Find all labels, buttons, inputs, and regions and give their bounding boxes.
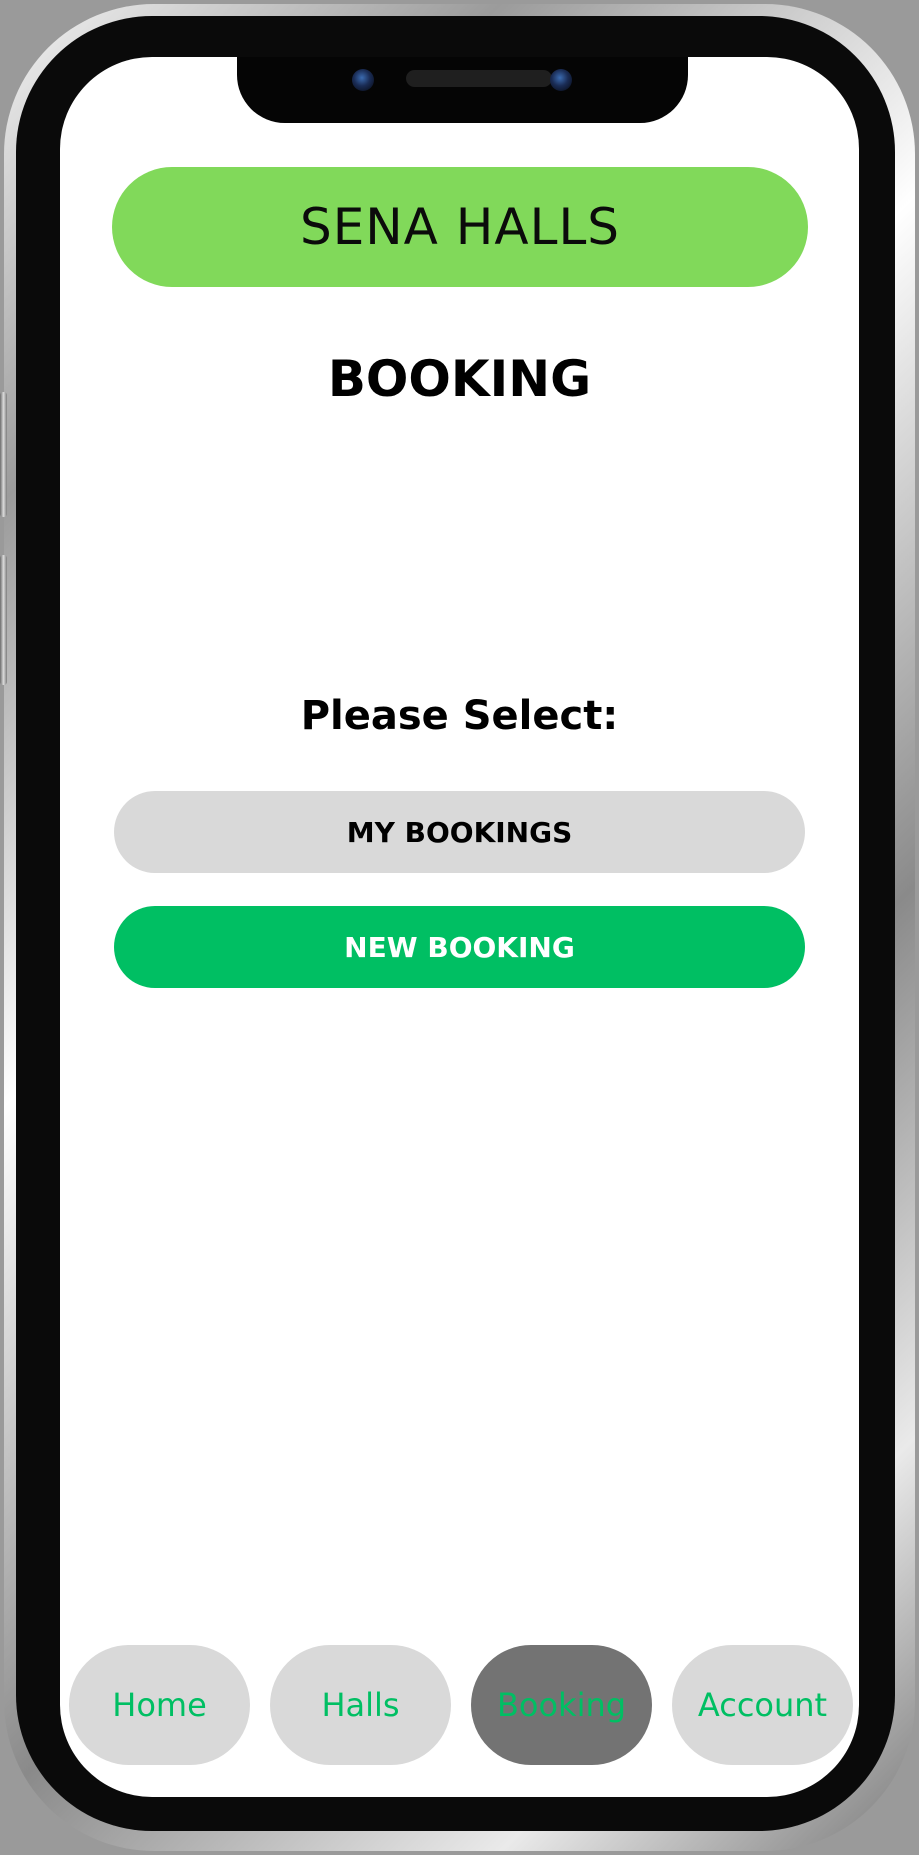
nav-account-label: Account xyxy=(697,1686,828,1724)
new-booking-label: NEW BOOKING xyxy=(344,930,575,964)
nav-booking-label: Booking xyxy=(496,1686,627,1724)
notch xyxy=(237,57,688,123)
speaker-grille xyxy=(406,70,552,87)
nav-account[interactable]: Account xyxy=(672,1645,853,1765)
camera-icon xyxy=(550,69,572,91)
my-bookings-button[interactable]: MY BOOKINGS xyxy=(114,791,805,873)
phone-side-button xyxy=(0,555,7,685)
new-booking-button[interactable]: NEW BOOKING xyxy=(114,906,805,988)
nav-home-label: Home xyxy=(112,1686,207,1724)
select-prompt: Please Select: xyxy=(300,693,619,739)
phone-side-button xyxy=(0,392,7,517)
my-bookings-label: MY BOOKINGS xyxy=(346,815,573,849)
camera-icon xyxy=(352,69,374,91)
nav-booking[interactable]: Booking xyxy=(471,1645,652,1765)
nav-halls-label: Halls xyxy=(321,1686,400,1724)
nav-halls[interactable]: Halls xyxy=(270,1645,451,1765)
nav-home[interactable]: Home xyxy=(69,1645,250,1765)
page-title: BOOKING xyxy=(327,350,592,408)
brand-header: SENA HALLS xyxy=(112,167,808,287)
brand-title: SENA HALLS xyxy=(299,198,621,256)
